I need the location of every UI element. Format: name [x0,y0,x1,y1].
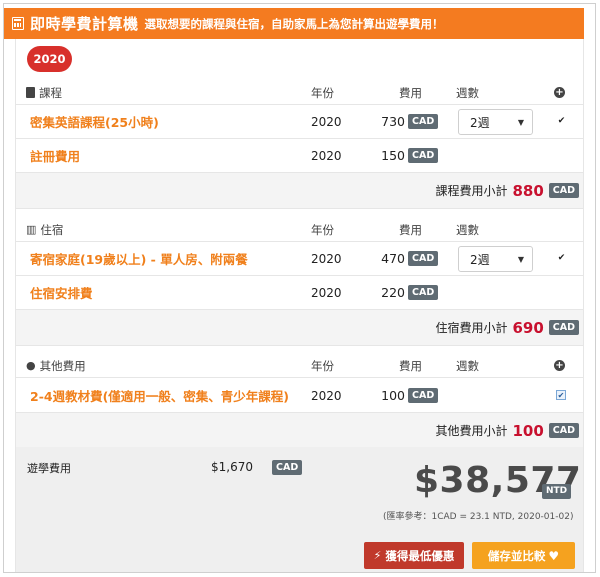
item-name: 2-4週教材費(僅適用一般、密集、青少年課程) [30,389,290,404]
lodging-header-row: ▥ 住宿 年份 費用 週數 [16,218,583,242]
course-subtotal-row: 課程費用小計 880 CAD [16,173,583,209]
fee-column-header: 費用 [399,358,422,373]
subtotal-amount: 100 [512,421,544,440]
save-compare-button[interactable]: 儲存並比較 ♥ [472,542,575,569]
fee-column-header: 費用 [399,85,422,100]
subtotal-amount: 880 [512,181,544,200]
item-price: 730 [381,114,405,129]
other-section-label: 其他費用 [39,358,86,373]
total-cad-amount: $1,670 [211,460,253,474]
caret-down-icon: ▼ [517,255,524,264]
item-checkbox[interactable]: ✔ [557,254,566,263]
calculator-frame: 即時學費計算機 選取想要的課程與住宿，自助家馬上為您計算出遊學費用！ 2020 … [3,3,596,573]
item-name: 住宿安排費 [30,286,93,301]
currency-badge: CAD [548,183,579,198]
item-name: 密集英語課程(25小時) [30,115,159,130]
currency-badge: CAD [272,460,303,475]
weeks-select[interactable]: 2週 ▼ [458,109,533,135]
item-year: 2020 [311,114,342,129]
calculator-icon [12,17,24,30]
item-year: 2020 [311,388,342,403]
currency-badge: CAD [408,388,439,403]
weeks-column-header: 週數 [456,222,479,237]
course-item-row: 密集英語課程(25小時) 2020 730 CAD 2週 ▼ ✔ [16,105,583,139]
exchange-rate-note: (匯率參考：1CAD = 23.1 NTD, 2020-01-02) [383,512,574,522]
fee-column-header: 費用 [399,222,422,237]
currency-badge: CAD [548,423,579,438]
year-column-header: 年份 [311,358,334,373]
weeks-column-header: 週數 [456,358,479,373]
other-header-row: ● 其他費用 年份 費用 週數 + [16,354,583,378]
caret-down-icon: ▼ [517,118,524,127]
weeks-select[interactable]: 2週 ▼ [458,246,533,272]
lodging-item-row: 寄宿家庭(19歲以上) - 單人房、附兩餐 2020 470 CAD 2週 ▼ … [16,242,583,276]
item-name: 寄宿家庭(19歲以上) - 單人房、附兩餐 [30,252,248,267]
user-icon: ● [26,359,36,372]
item-price: 220 [381,285,405,300]
summary-panel: 遊學費用 $1,670 CAD $38,577 NTD (匯率參考：1CAD =… [16,447,583,572]
best-offer-button[interactable]: ⚡ 獲得最低優惠 [364,542,464,569]
item-price: 100 [381,388,405,403]
subtotal-label: 住宿費用小計 [435,321,508,335]
other-subtotal-row: 其他費用小計 100 CAD [16,413,583,449]
lodging-subtotal-row: 住宿費用小計 690 CAD [16,310,583,346]
course-header-row: 課程 年份 費用 週數 + [16,81,583,105]
book-icon [26,87,35,98]
add-course-icon[interactable]: + [554,87,565,98]
year-badge[interactable]: 2020 [27,46,72,72]
course-item-row: 註冊費用 2020 150 CAD [16,139,583,173]
other-item-row: 2-4週教材費(僅適用一般、密集、青少年課程) 2020 100 CAD ✔ [16,379,583,413]
subtotal-label: 課程費用小計 [435,184,508,198]
currency-badge: CAD [408,251,439,266]
calculator-header: 即時學費計算機 選取想要的課程與住宿，自助家馬上為您計算出遊學費用！ [4,8,584,39]
lodging-section-label: 住宿 [40,222,64,237]
ntd-badge: NTD [542,484,572,499]
currency-badge: CAD [408,148,439,163]
item-checkbox[interactable]: ✔ [556,390,566,400]
subtotal-amount: 690 [512,318,544,337]
year-column-header: 年份 [311,222,334,237]
currency-badge: CAD [548,320,579,335]
item-checkbox[interactable]: ✔ [557,117,566,126]
weeks-column-header: 週數 [456,85,479,100]
add-other-icon[interactable]: + [554,360,565,371]
year-column-header: 年份 [311,85,334,100]
item-year: 2020 [311,251,342,266]
item-year: 2020 [311,285,342,300]
bolt-icon: ⚡ [373,549,382,562]
currency-badge: CAD [408,285,439,300]
item-year: 2020 [311,148,342,163]
course-section-label: 課程 [39,85,62,100]
item-price: 470 [381,251,405,266]
summary-label: 遊學費用 [27,462,71,475]
item-price: 150 [381,148,405,163]
heart-icon: ♥ [548,548,560,563]
building-icon: ▥ [26,223,37,236]
currency-badge: CAD [408,114,439,129]
item-name: 註冊費用 [30,149,81,164]
subtotal-label: 其他費用小計 [435,424,508,438]
lodging-item-row: 住宿安排費 2020 220 CAD [16,276,583,310]
calculator-title: 即時學費計算機 [30,15,139,33]
calculator-subtitle: 選取想要的課程與住宿，自助家馬上為您計算出遊學費用！ [144,16,444,31]
